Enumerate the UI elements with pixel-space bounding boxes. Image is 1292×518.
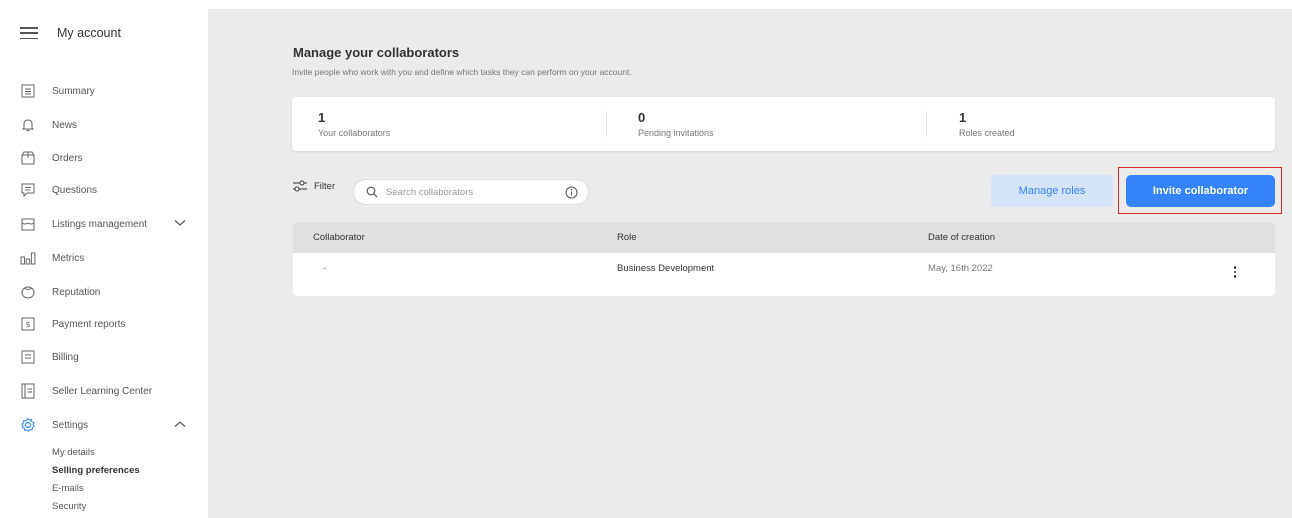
dollar-icon: $ [20, 316, 36, 332]
stat-label: Pending invitations [638, 128, 714, 138]
page-title: Manage your collaborators [293, 45, 460, 60]
gear-icon [20, 417, 36, 433]
bell-icon [20, 117, 36, 133]
sidebar-subitem-my-details[interactable]: My details [52, 447, 95, 458]
sidebar-subitem-security[interactable]: Security [52, 501, 86, 512]
chevron-down-icon[interactable] [174, 219, 186, 230]
stat-value: 1 [318, 110, 326, 125]
chat-icon [20, 182, 36, 198]
sidebar-item-label: Metrics [52, 252, 85, 264]
menu-icon[interactable] [20, 27, 38, 39]
divider [606, 111, 607, 137]
info-icon[interactable] [565, 186, 578, 204]
sidebar-item-news[interactable]: News [20, 117, 200, 133]
sidebar-subitem-selling-preferences[interactable]: Selling preferences [52, 465, 140, 476]
manage-roles-button[interactable]: Manage roles [991, 175, 1113, 207]
sidebar-item-label: Settings [52, 419, 89, 431]
box-icon [20, 150, 36, 166]
cell-collaborator: - [323, 263, 327, 274]
sidebar-item-billing[interactable]: Billing [20, 349, 200, 365]
stat-roles: 1 Roles created [959, 110, 1015, 138]
summary-icon [20, 83, 36, 99]
badge-icon [20, 284, 36, 300]
stat-value: 0 [638, 110, 646, 125]
stat-value: 1 [959, 110, 967, 125]
page-subtitle: Invite people who work with you and defi… [292, 67, 632, 77]
top-strip [0, 0, 1292, 9]
divider [926, 111, 927, 137]
svg-text:$: $ [25, 320, 30, 329]
stat-pending: 0 Pending invitations [638, 110, 714, 138]
search-icon [366, 186, 378, 198]
sidebar-item-label: Reputation [52, 286, 101, 298]
sidebar-item-label: News [52, 119, 78, 131]
sidebar-item-label: Listings management [52, 218, 148, 230]
sidebar-item-settings[interactable]: Settings [20, 417, 200, 433]
sidebar-item-learning-center[interactable]: Seller Learning Center [20, 383, 200, 399]
sidebar-item-label: Summary [52, 85, 95, 97]
stats-card: 1 Your collaborators 0 Pending invitatio… [292, 97, 1275, 151]
filter-icon [293, 180, 307, 192]
sidebar-item-metrics[interactable]: Metrics [20, 250, 200, 266]
sidebar-item-reputation[interactable]: Reputation [20, 284, 200, 300]
sidebar-item-label: Orders [52, 152, 83, 164]
filter-button[interactable]: Filter [292, 180, 335, 192]
table-header: Collaborator Role Date of creation [293, 222, 1275, 253]
sidebar-item-payment-reports[interactable]: $ Payment reports [20, 316, 200, 332]
receipt-icon [20, 349, 36, 365]
column-header-date[interactable]: Date of creation [928, 232, 995, 243]
column-header-role[interactable]: Role [617, 232, 637, 243]
filter-label: Filter [314, 180, 336, 192]
sidebar-item-orders[interactable]: Orders [20, 150, 200, 166]
sidebar-item-listings[interactable]: Listings management [20, 216, 200, 232]
book-icon [20, 383, 36, 399]
sidebar-subitem-emails[interactable]: E-mails [52, 483, 84, 494]
sidebar-item-label: Seller Learning Center [52, 385, 153, 397]
chevron-up-icon[interactable] [174, 420, 186, 431]
search-input[interactable] [384, 185, 558, 199]
cell-role: Business Development [617, 263, 715, 274]
invite-collaborator-button[interactable]: Invite collaborator [1126, 175, 1275, 207]
column-header-collaborator[interactable]: Collaborator [313, 232, 365, 243]
sidebar-header: My account [20, 26, 121, 40]
sidebar-item-summary[interactable]: Summary [20, 83, 200, 99]
collaborators-table: Collaborator Role Date of creation - Bus… [293, 222, 1275, 296]
sidebar-item-questions[interactable]: Questions [20, 182, 200, 198]
table-row[interactable]: - Business Development May, 16th 2022 [293, 253, 1275, 296]
sidebar-title: My account [57, 26, 121, 40]
stat-label: Your collaborators [318, 128, 391, 138]
cell-date: May, 16th 2022 [928, 263, 993, 274]
store-icon [20, 216, 36, 232]
bars-icon [20, 250, 36, 266]
sidebar-item-label: Payment reports [52, 318, 126, 330]
sidebar-item-label: Questions [52, 184, 98, 196]
more-options-icon[interactable] [1232, 266, 1238, 278]
search-box[interactable] [353, 179, 589, 205]
stat-collaborators: 1 Your collaborators [318, 110, 390, 138]
stat-label: Roles created [959, 128, 1015, 138]
sidebar-item-label: Billing [52, 351, 79, 363]
